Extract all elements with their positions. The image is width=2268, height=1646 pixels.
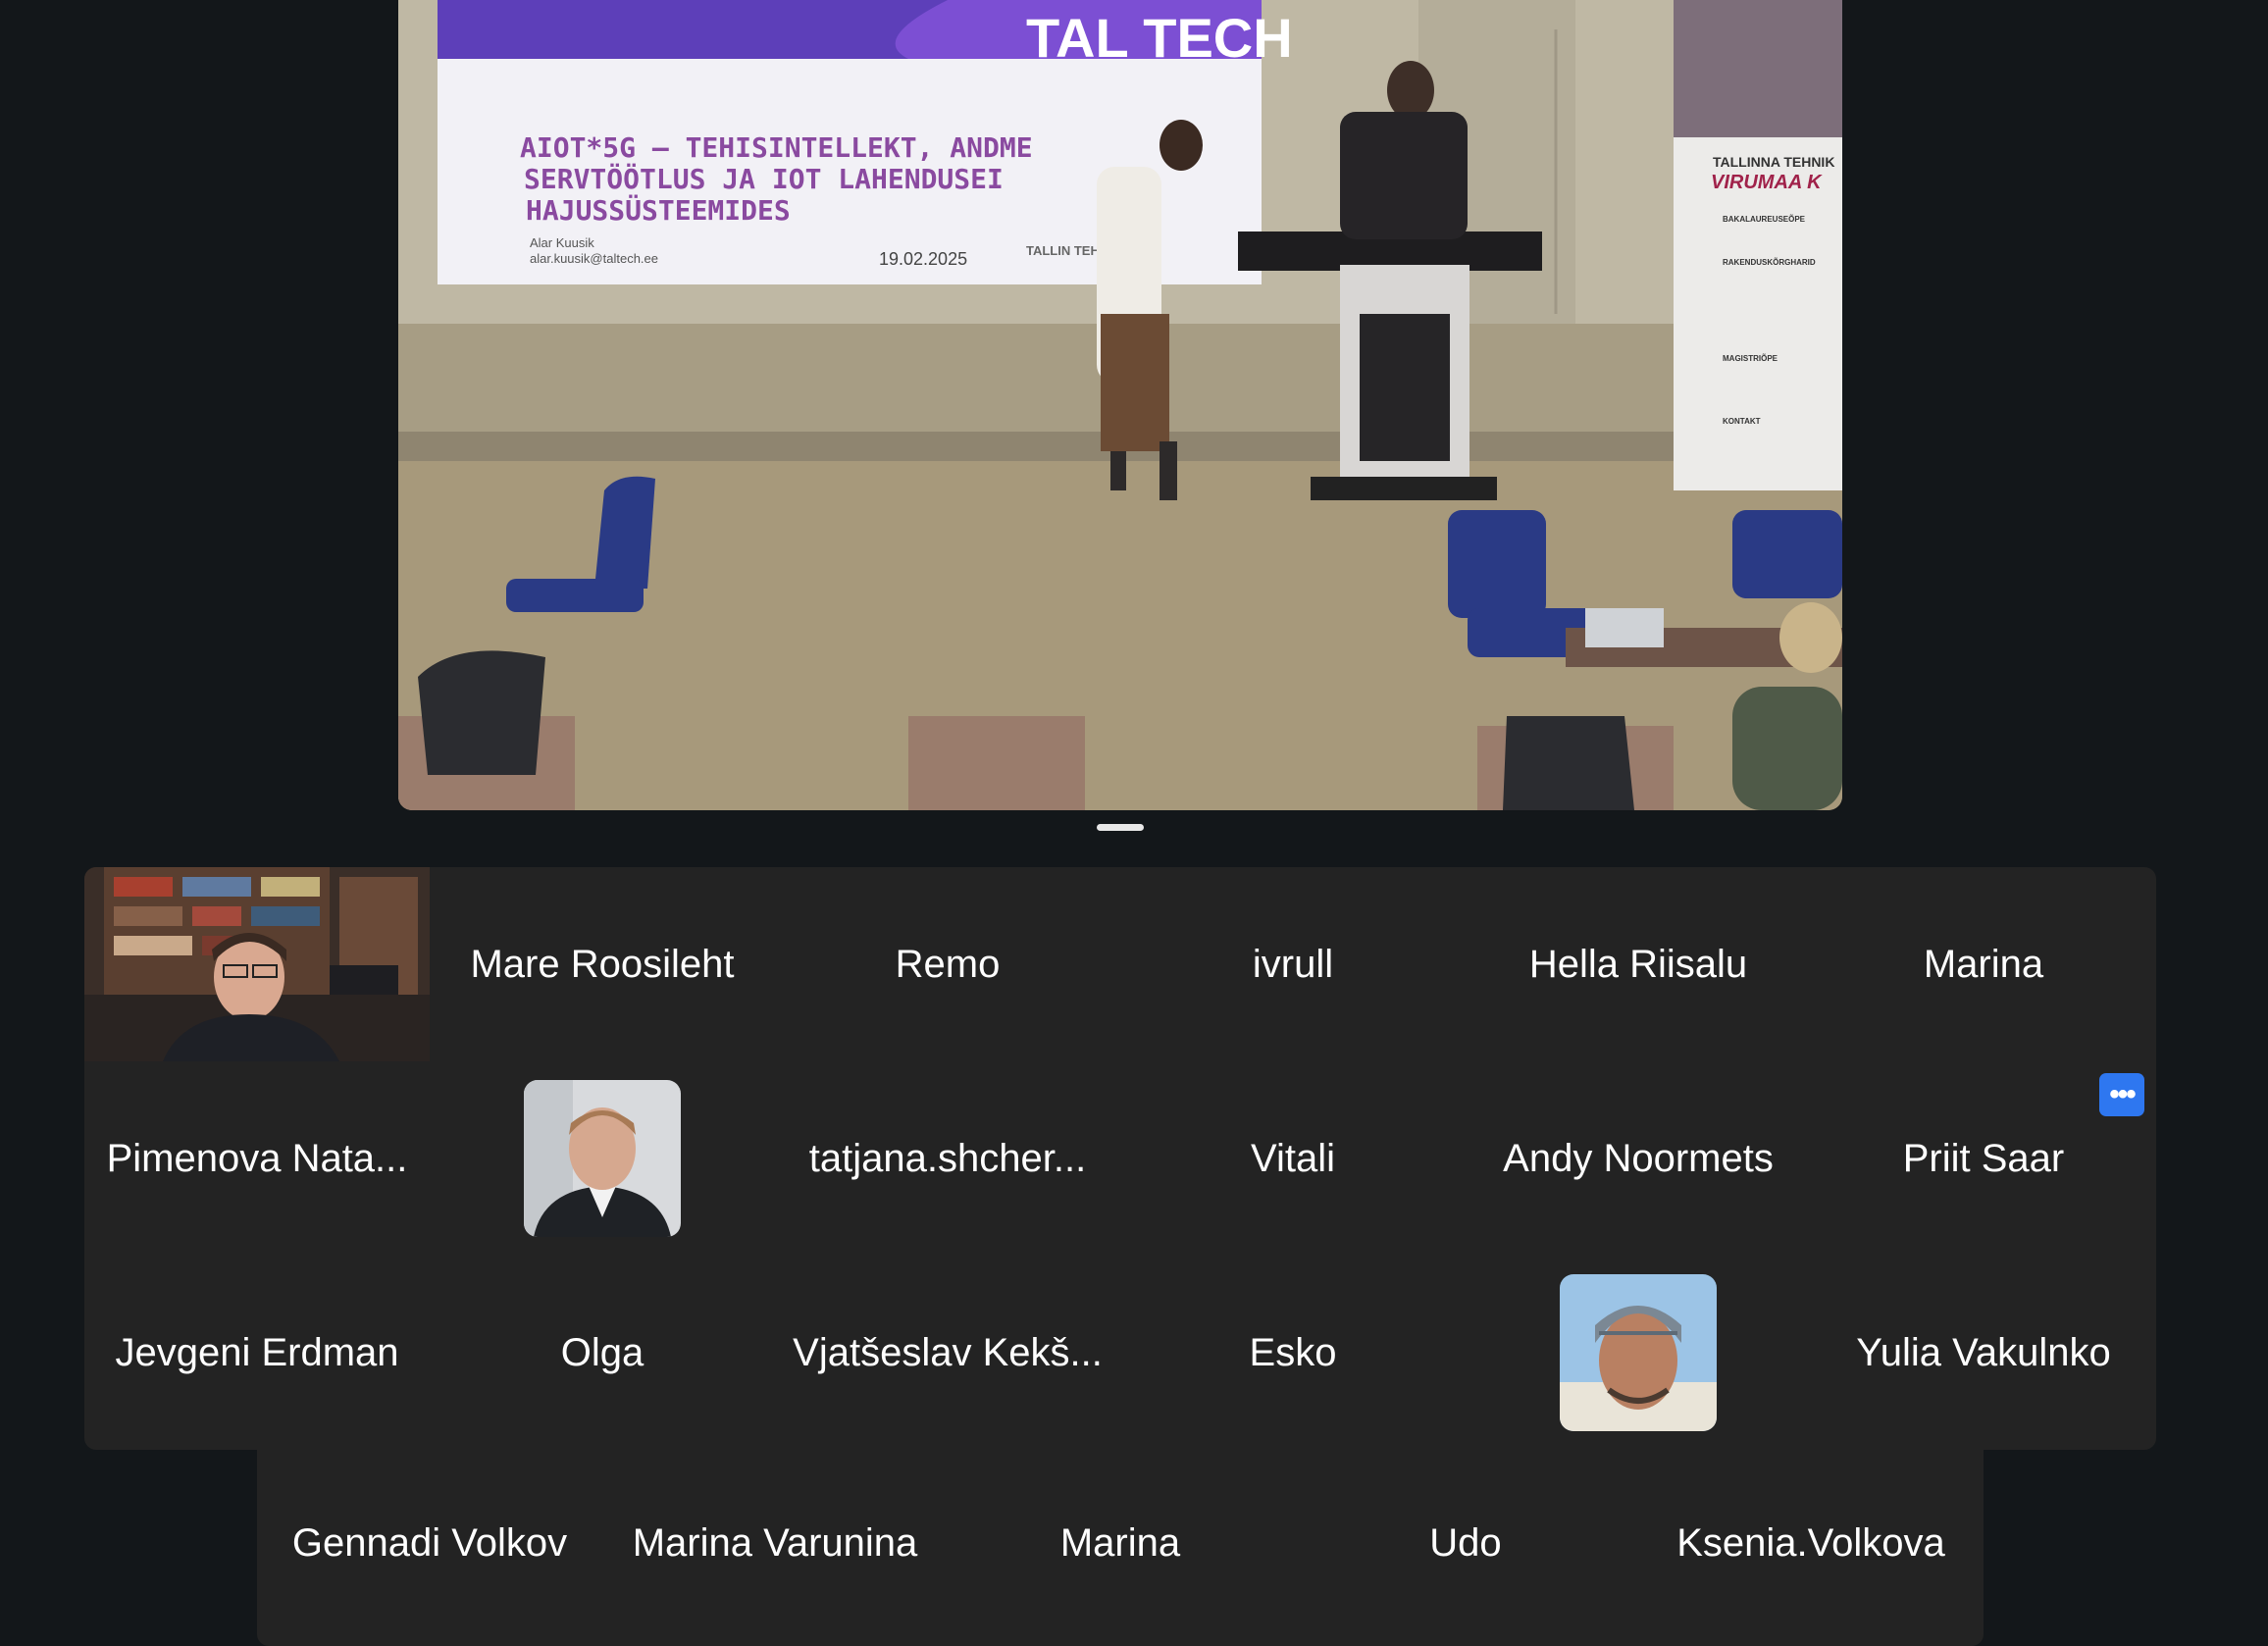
participant-tile[interactable]: Marina (1811, 867, 2156, 1061)
participant-gallery: Mare Roosileht Remo ivrull Hella Riisalu… (84, 867, 2156, 1450)
participant-tile[interactable]: Olga (430, 1256, 775, 1450)
slide-author: Alar Kuusik (530, 235, 594, 250)
participant-tile[interactable] (430, 1061, 775, 1256)
participant-tile-self[interactable] (84, 867, 430, 1061)
slide-title-line3: HAJUSSÜSTEEMIDES (526, 193, 791, 227)
participant-tile[interactable]: Hella Riisalu (1466, 867, 1811, 1061)
participant-name: ivrull (1252, 942, 1334, 986)
participant-name: Marina (1059, 1520, 1181, 1565)
participant-tile[interactable]: Mare Roosileht (430, 867, 775, 1061)
participant-tile[interactable]: Vitali (1120, 1061, 1466, 1256)
stage-banner: TALLINNA TEHNIK VIRUMAA K BAKALAUREUSEÕP… (1674, 0, 1842, 490)
svg-text:VIRUMAA K: VIRUMAA K (1711, 172, 1823, 193)
participant-tile[interactable]: Ksenia.Volkova (1638, 1442, 1984, 1644)
participant-tile[interactable]: Gennadi Volkov (257, 1442, 602, 1644)
ellipsis-icon: ••• (2109, 1078, 2136, 1110)
participant-gallery-overflow: Gennadi Volkov Marina Varunina Marina Ud… (257, 1442, 1984, 1646)
participant-tile[interactable]: tatjana.shcher... (775, 1061, 1120, 1256)
participant-name: Yulia Vakulnko (1856, 1330, 2111, 1374)
participant-name: Andy Noormets (1503, 1136, 1774, 1180)
svg-text:RAKENDUSKÕRGHARID: RAKENDUSKÕRGHARID (1723, 258, 1816, 267)
svg-text:MAGISTRIÕPE: MAGISTRIÕPE (1723, 354, 1778, 363)
participant-name: Udo (1429, 1520, 1502, 1565)
shared-video-stage[interactable]: TAL TECH AIOT*5G – TEHISINTELLEKT, ANDME… (398, 0, 1842, 810)
participant-avatar (1560, 1274, 1717, 1431)
participant-name: Jevgeni Erdman (115, 1330, 399, 1374)
slide-email: alar.kuusik@taltech.ee (530, 251, 658, 266)
slide-title-line2: SERVTÖÖTLUS JA IOT LAHENDUSEI (524, 162, 1004, 195)
participant-tile[interactable]: Esko (1120, 1256, 1466, 1450)
slide-date: 19.02.2025 (879, 249, 967, 269)
svg-text:TALLINNA TEHNIK: TALLINNA TEHNIK (1713, 154, 1834, 170)
participant-tile[interactable]: Pimenova Nata... (84, 1061, 430, 1256)
participant-name: Marina (1923, 942, 2044, 986)
participant-name: Ksenia.Volkova (1676, 1520, 1945, 1565)
participant-tile[interactable]: Jevgeni Erdman (84, 1256, 430, 1450)
participant-tile[interactable]: Yulia Vakulnko (1811, 1256, 2156, 1450)
webcam-feed (84, 867, 430, 1061)
participant-tile[interactable] (1466, 1256, 1811, 1450)
participant-name: Olga (560, 1330, 644, 1374)
participant-name: Remo (895, 942, 1001, 986)
slide-logo: TAL TECH (1026, 7, 1293, 69)
self-video (84, 867, 430, 1061)
participant-tile[interactable]: ivrull (1120, 867, 1466, 1061)
svg-text:KONTAKT: KONTAKT (1723, 417, 1761, 426)
participant-name: Hella Riisalu (1528, 942, 1748, 986)
participant-tile[interactable]: Andy Noormets (1466, 1061, 1811, 1256)
participant-name: tatjana.shcher... (808, 1136, 1087, 1180)
participant-name: Mare Roosileht (470, 942, 735, 986)
stage-video-frame: TAL TECH AIOT*5G – TEHISINTELLEKT, ANDME… (398, 0, 1842, 810)
participant-tile[interactable]: Marina (948, 1442, 1293, 1644)
participant-name: Vjatšeslav Kekš... (793, 1330, 1103, 1374)
participant-name: Gennadi Volkov (291, 1520, 568, 1565)
participant-tile[interactable]: Vjatšeslav Kekš... (775, 1256, 1120, 1450)
resize-handle[interactable] (1097, 824, 1144, 831)
slide-title-line1: AIOT*5G – TEHISINTELLEKT, ANDME (520, 131, 1033, 164)
participant-tile[interactable]: Udo (1293, 1442, 1638, 1644)
participant-name: Priit Saar (1902, 1136, 2065, 1180)
participant-name: Marina Varunina (632, 1520, 918, 1565)
participant-name: Pimenova Nata... (106, 1136, 408, 1180)
participant-name: Vitali (1251, 1136, 1335, 1180)
participant-avatar (524, 1080, 681, 1237)
svg-text:BAKALAUREUSEÕPE: BAKALAUREUSEÕPE (1723, 215, 1806, 224)
participant-tile[interactable]: Marina Varunina (602, 1442, 948, 1644)
participant-tile[interactable]: Remo (775, 867, 1120, 1061)
more-options-button[interactable]: ••• (2099, 1073, 2144, 1116)
participant-name: Esko (1249, 1330, 1337, 1374)
